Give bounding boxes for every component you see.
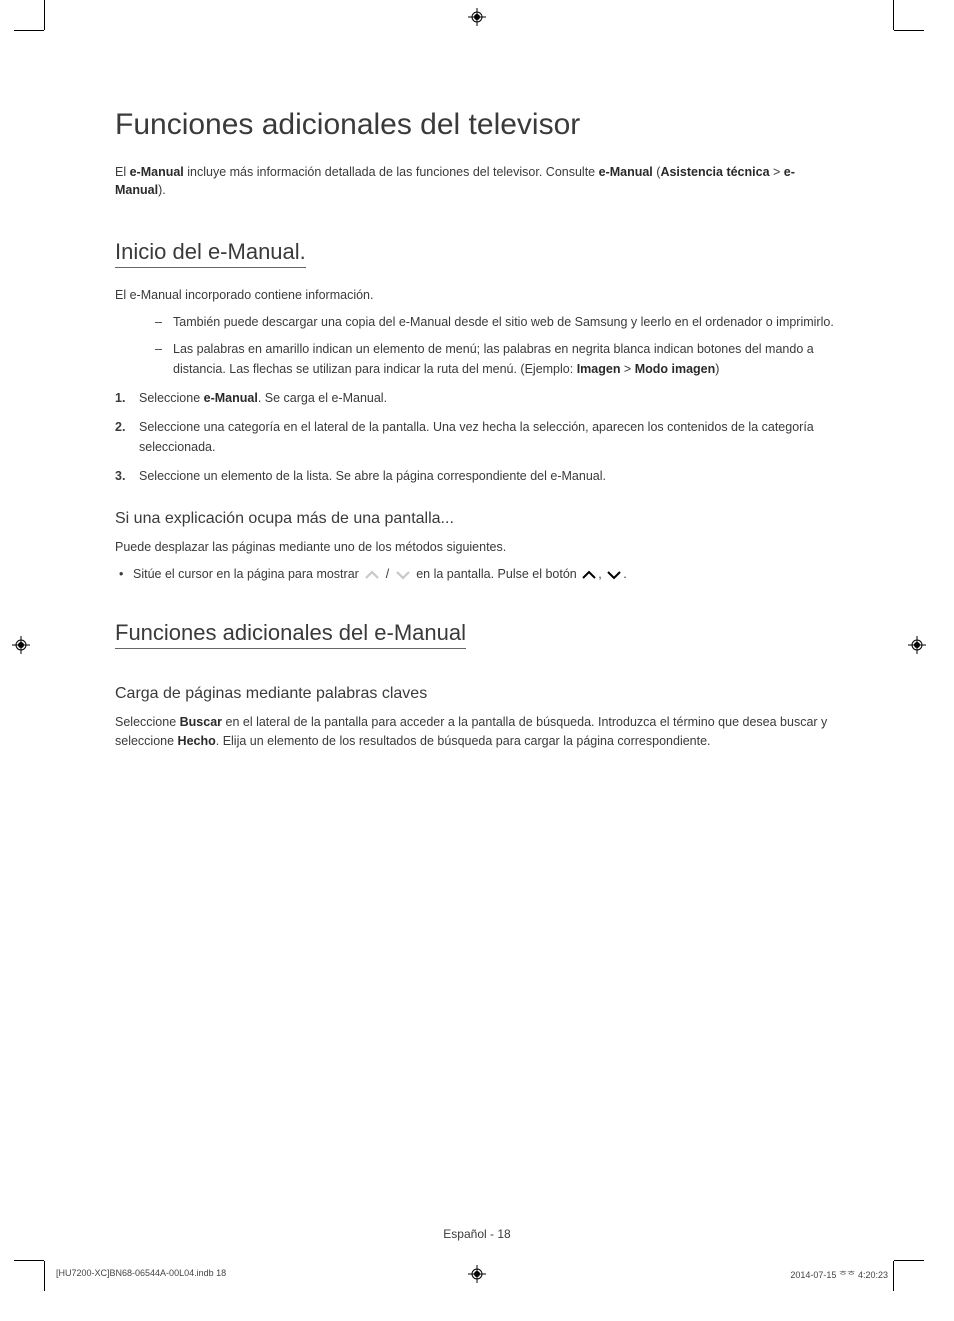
crop-mark <box>14 30 44 31</box>
text: Seleccione una categoría en el lateral d… <box>139 420 814 453</box>
bold-term: Modo imagen <box>635 362 716 376</box>
text: . <box>623 567 626 581</box>
crop-mark <box>14 1260 44 1261</box>
list-item: 3. Seleccione un elemento de la lista. S… <box>115 467 840 486</box>
list-item: 1. Seleccione e-Manual. Se carga el e-Ma… <box>115 389 840 408</box>
text: Sitúe el cursor en la página para mostra… <box>133 567 362 581</box>
registration-mark-icon <box>12 636 30 654</box>
page-title: Funciones adicionales del televisor <box>115 108 840 142</box>
crop-mark <box>44 1261 45 1291</box>
sub-heading: Carga de páginas mediante palabras clave… <box>115 685 840 703</box>
text: Seleccione <box>139 391 204 405</box>
footer-timestamp: 2014-07-15 ᄒᄒ 4:20:23 <box>790 1268 888 1281</box>
registration-mark-icon <box>468 8 486 26</box>
list-marker: 2. <box>115 418 125 437</box>
text: > <box>620 362 634 376</box>
numbered-list: 1. Seleccione e-Manual. Se carga el e-Ma… <box>115 389 840 487</box>
bold-term: e-Manual <box>130 165 184 179</box>
bold-term: Asistencia técnica <box>660 165 769 179</box>
list-item: Sitúe el cursor en la página para mostra… <box>115 565 840 584</box>
crop-mark <box>44 0 45 30</box>
paragraph: Puede desplazar las páginas mediante uno… <box>115 538 840 557</box>
bold-term: Buscar <box>180 715 222 729</box>
section-inicio: Inicio del e-Manual. El e-Manual incorpo… <box>115 239 840 584</box>
text: ) <box>715 362 719 376</box>
paragraph: El e-Manual incorporado contiene informa… <box>115 286 840 305</box>
page-content: Funciones adicionales del televisor El e… <box>115 108 840 786</box>
crop-mark <box>894 30 924 31</box>
list-item: Las palabras en amarillo indican un elem… <box>155 340 840 379</box>
text: . Elija un elemento de los resultados de… <box>216 734 711 748</box>
chevron-down-icon <box>607 570 621 580</box>
bold-term: Hecho <box>178 734 216 748</box>
intro-paragraph: El e-Manual incluye más información deta… <box>115 164 840 199</box>
list-marker: 3. <box>115 467 125 486</box>
section-heading: Funciones adicionales del e-Manual <box>115 620 466 649</box>
footer-file: [HU7200-XC]BN68-06544A-00L04.indb 18 <box>56 1268 226 1281</box>
section-funciones: Funciones adicionales del e-Manual Carga… <box>115 620 840 751</box>
chevron-up-icon <box>582 570 596 580</box>
list-item: También puede descargar una copia del e-… <box>155 313 840 332</box>
section-heading: Inicio del e-Manual. <box>115 239 306 268</box>
dash-list: También puede descargar una copia del e-… <box>115 313 840 379</box>
text: en la pantalla. Pulse el botón <box>416 567 580 581</box>
text: incluye más información detallada de las… <box>184 165 599 179</box>
crop-mark <box>893 1261 894 1291</box>
bold-term: Imagen <box>577 362 621 376</box>
list-item: 2. Seleccione una categoría en el latera… <box>115 418 840 457</box>
text: El <box>115 165 130 179</box>
chevron-up-ghost-icon <box>364 569 380 581</box>
bold-term: e-Manual <box>204 391 258 405</box>
text: , <box>598 567 605 581</box>
page-number: Español - 18 <box>0 1227 954 1241</box>
crop-mark <box>894 1260 924 1261</box>
paragraph: Seleccione Buscar en el lateral de la pa… <box>115 713 840 751</box>
registration-mark-icon <box>908 636 926 654</box>
sub-heading: Si una explicación ocupa más de una pant… <box>115 510 840 528</box>
text: > <box>770 165 784 179</box>
footer-meta: [HU7200-XC]BN68-06544A-00L04.indb 18 201… <box>56 1268 888 1281</box>
text: Seleccione <box>115 715 180 729</box>
text: . Se carga el e-Manual. <box>258 391 387 405</box>
list-marker: 1. <box>115 389 125 408</box>
text: Seleccione un elemento de la lista. Se a… <box>139 469 606 483</box>
text: ). <box>158 183 166 197</box>
bold-term: e-Manual <box>599 165 653 179</box>
chevron-down-ghost-icon <box>395 569 411 581</box>
crop-mark <box>893 0 894 30</box>
text: / <box>386 567 393 581</box>
